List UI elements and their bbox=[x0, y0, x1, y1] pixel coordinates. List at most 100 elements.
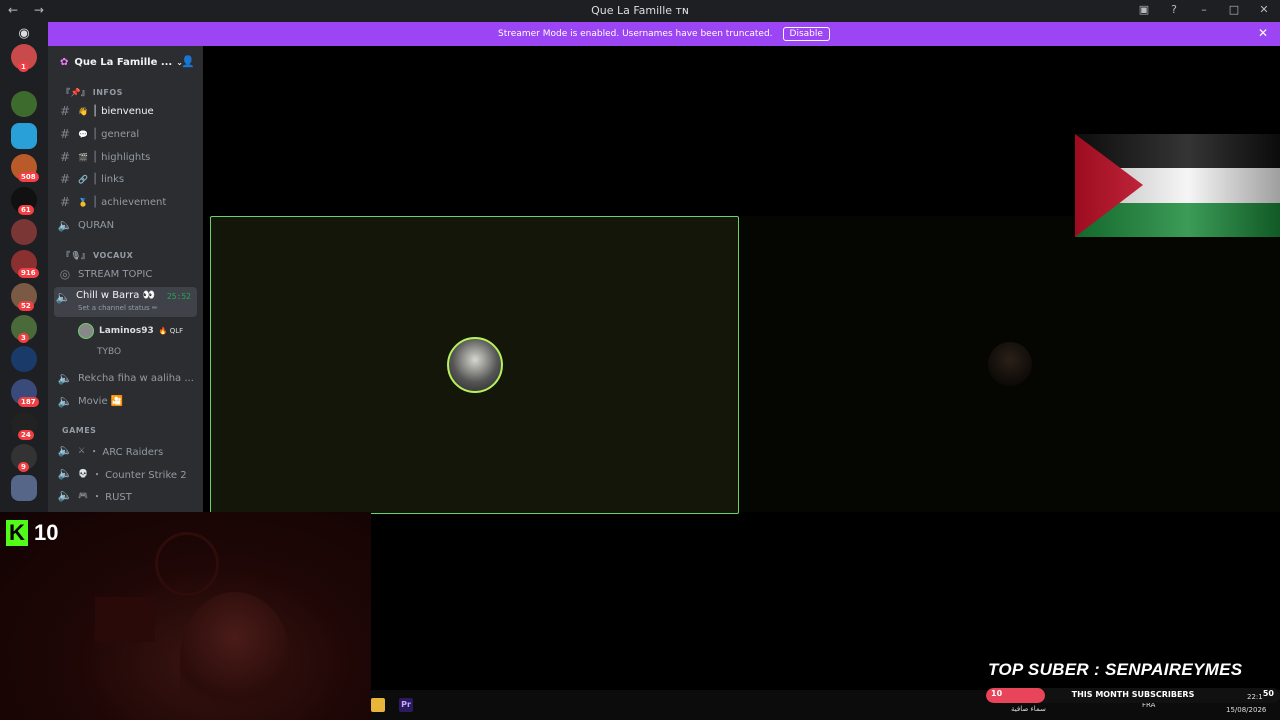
maximize-icon[interactable]: □ bbox=[1226, 3, 1242, 16]
channel-highlights[interactable]: # 🎬 │ highlights bbox=[56, 147, 196, 167]
category-games[interactable]: GAMES bbox=[62, 426, 96, 435]
server-icon[interactable] bbox=[11, 219, 37, 245]
voice-member[interactable]: Laminos93 🔥 QLF bbox=[78, 323, 184, 339]
channel-achievement[interactable]: # 🥇 │ achievement bbox=[56, 192, 196, 212]
banner-text: Streamer Mode is enabled. Usernames have… bbox=[498, 29, 773, 39]
channel-rekcha[interactable]: 🔈 Rekcha fiha w aaliha ... bbox=[56, 368, 196, 388]
text-channel-icon: # bbox=[59, 104, 71, 118]
unread-badge: 1 bbox=[18, 62, 29, 72]
speaker-icon: 🔈 bbox=[57, 488, 73, 502]
channel-quran[interactable]: 🔈 QURAN bbox=[56, 215, 196, 235]
channel-label: STREAM TOPIC bbox=[78, 268, 153, 280]
unread-badge: 916 bbox=[18, 268, 39, 278]
unread-badge: 61 bbox=[18, 205, 34, 215]
channel-emoji: 🔗 bbox=[78, 174, 88, 184]
member-name: TYBO bbox=[97, 347, 122, 357]
server-icon[interactable] bbox=[11, 475, 37, 501]
member-tag: 🔥 QLF bbox=[158, 327, 184, 335]
channel-label: │ bienvenue bbox=[91, 105, 154, 117]
speaker-icon: 🔈 bbox=[57, 394, 73, 408]
channel-emoji: 💀 bbox=[78, 468, 88, 478]
channel-label: Movie 🎦 bbox=[78, 395, 124, 407]
window-title: Que La Famille ᴛɴ bbox=[591, 4, 689, 17]
channel-emoji: 🎬 bbox=[78, 152, 88, 162]
speaker-icon: 🔈 bbox=[57, 466, 73, 480]
avatar bbox=[988, 342, 1032, 386]
avatar bbox=[78, 323, 94, 339]
server-icon[interactable] bbox=[11, 123, 37, 149]
server-icon[interactable] bbox=[11, 91, 37, 117]
channel-stream-topic[interactable]: ◎ STREAM TOPIC bbox=[56, 264, 196, 284]
channel-chill-w-barra[interactable]: 🔈 Chill w Barra 👀 25:52 Set a channel sta… bbox=[54, 287, 197, 317]
close-window-icon[interactable]: ✕ bbox=[1256, 3, 1272, 16]
palestine-flag-icon bbox=[1075, 134, 1280, 237]
channel-label: │ highlights bbox=[91, 151, 151, 163]
inbox-icon[interactable]: ▣ bbox=[1136, 3, 1152, 16]
file-explorer-icon[interactable] bbox=[371, 698, 385, 712]
title-bar: ← → Que La Famille ᴛɴ ▣ ? – □ ✕ bbox=[0, 0, 1280, 22]
premiere-pro-icon[interactable]: Pr bbox=[399, 698, 413, 712]
channel-emoji: 🥇 bbox=[78, 197, 88, 207]
channel-label: │ links bbox=[91, 173, 125, 185]
channel-movie[interactable]: 🔈 Movie 🎦 bbox=[56, 391, 196, 411]
channel-emoji: 💬 bbox=[78, 129, 88, 139]
unread-badge: 52 bbox=[18, 301, 34, 311]
avatar bbox=[447, 337, 503, 393]
goal-label: THIS MONTH SUBSCRIBERS bbox=[1071, 690, 1195, 699]
stage-icon: ◎ bbox=[59, 267, 71, 281]
kick-count: 10 bbox=[34, 520, 59, 545]
weather-widget[interactable]: سماء صافية bbox=[1011, 705, 1046, 713]
close-icon[interactable]: ✕ bbox=[1258, 26, 1268, 40]
text-channel-icon: # bbox=[59, 195, 71, 209]
help-icon[interactable]: ? bbox=[1166, 3, 1182, 16]
member-name: Laminos93 bbox=[99, 326, 154, 336]
speaker-icon: 🔈 bbox=[57, 218, 73, 232]
channel-label: ・ ARC Raiders bbox=[89, 446, 164, 458]
channel-general[interactable]: # 💬 │ general bbox=[56, 124, 196, 144]
text-channel-icon: # bbox=[59, 150, 71, 164]
server-list: ◉ 1 508 61 916 52 3 187 24 9 bbox=[0, 22, 48, 512]
channel-bienvenue[interactable]: # 👋 │ bienvenue bbox=[56, 101, 196, 121]
top-sub-banner: TOP SUBER : SENPAIREYMES bbox=[988, 660, 1243, 679]
speaker-icon: 🔈 bbox=[55, 290, 71, 304]
server-header[interactable]: ✿ Que La Famille ... ⌄ 👤 bbox=[48, 46, 203, 78]
unread-badge: 508 bbox=[18, 172, 39, 182]
unread-badge: 187 bbox=[18, 397, 39, 407]
channel-label: │ general bbox=[91, 128, 140, 140]
category-vocaux[interactable]: 『🎙』 VOCAUX bbox=[62, 250, 133, 261]
discord-home-icon[interactable]: ◉ bbox=[11, 26, 37, 46]
channel-counter-strike[interactable]: 🔈 💀 ・ Counter Strike 2 bbox=[56, 463, 196, 483]
invite-people-icon[interactable]: 👤 bbox=[181, 55, 195, 68]
server-name: Que La Famille ... bbox=[74, 56, 173, 68]
minimize-icon[interactable]: – bbox=[1196, 3, 1212, 16]
channel-links[interactable]: # 🔗 │ links bbox=[56, 169, 196, 189]
unread-badge: 3 bbox=[18, 333, 29, 343]
clock-time: 22:1 bbox=[1247, 693, 1263, 701]
disable-button[interactable]: Disable bbox=[782, 27, 830, 41]
unread-badge: 9 bbox=[18, 462, 29, 472]
server-icon[interactable] bbox=[11, 346, 37, 372]
window-controls: ▣ ? – □ ✕ bbox=[1136, 3, 1272, 16]
voice-member[interactable]: TYBO bbox=[78, 345, 121, 359]
unread-badge: 24 bbox=[18, 430, 34, 440]
channel-label: │ achievement bbox=[91, 196, 167, 208]
channel-sidebar: ✿ Que La Famille ... ⌄ 👤 『📌』 INFOS # 👋 │ b… bbox=[48, 46, 203, 512]
avatar bbox=[78, 345, 92, 359]
channel-label: QURAN bbox=[78, 219, 115, 231]
speaker-icon: 🔈 bbox=[57, 443, 73, 457]
category-infos[interactable]: 『📌』 INFOS bbox=[62, 87, 123, 98]
channel-label: ・ RUST bbox=[91, 491, 132, 503]
channel-rust[interactable]: 🔈 🎮 ・ RUST bbox=[56, 485, 196, 505]
kick-logo-icon: K bbox=[6, 520, 28, 546]
text-channel-icon: # bbox=[59, 172, 71, 186]
kick-follower-counter: K 10 bbox=[6, 520, 58, 546]
channel-emoji: ⚔ bbox=[78, 445, 86, 455]
channel-label: ・ Counter Strike 2 bbox=[91, 469, 187, 481]
streamer-mode-banner: Streamer Mode is enabled. Usernames have… bbox=[48, 22, 1280, 46]
channel-arc-raiders[interactable]: 🔈 ⚔ ・ ARC Raiders bbox=[56, 440, 196, 460]
text-channel-icon: # bbox=[59, 127, 71, 141]
channel-label: Rekcha fiha w aaliha ... bbox=[78, 372, 194, 384]
voice-timer: 25:52 bbox=[166, 292, 191, 301]
channel-status-prompt[interactable]: Set a channel status ✏ bbox=[78, 304, 158, 312]
date-display[interactable]: 15/08/2026 bbox=[1226, 706, 1266, 714]
